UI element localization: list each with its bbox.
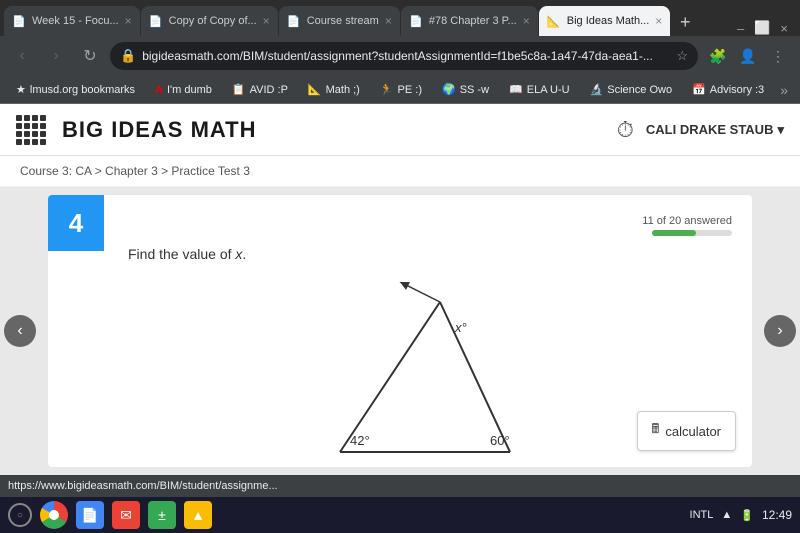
taskbar-drive-icon[interactable]: ▲ [184, 501, 212, 529]
tab-close-bigideas[interactable]: × [655, 14, 662, 28]
star-icon[interactable]: ☆ [676, 48, 688, 64]
address-bar-row: ‹ › ↻ 🔒 bigideasmath.com/BIM/student/ass… [0, 36, 800, 76]
progress-area: 11 of 20 answered [128, 215, 732, 236]
tab-icon-chapter: 📄 [409, 14, 423, 28]
question-text: Find the value of x. [128, 246, 732, 262]
tab-bar: 📄 Week 15 - Focu... × 📄 Copy of Copy of.… [0, 0, 800, 36]
progress-bar-bg [652, 230, 732, 236]
toolbar-icons: 🧩 👤 ⋮ [704, 42, 792, 70]
progress-label: 11 of 20 answered [642, 215, 732, 227]
tab-title-course: Course stream [307, 15, 379, 27]
page-content: BIG IDEAS MATH ⏱ CALI DRAKE STAUB ▾ Cour… [0, 104, 800, 475]
address-icons: ☆ [676, 48, 688, 64]
status-bar: https://www.bigideasmath.com/BIM/student… [0, 475, 800, 497]
bookmark-pe-label: PE :) [398, 84, 422, 96]
taskbar-mic-icon: ○ [8, 503, 32, 527]
tab-close-chapter[interactable]: × [523, 14, 530, 28]
triangle-svg: x° 42° 60° [310, 282, 550, 467]
taskbar-calc-icon[interactable]: ± [148, 501, 176, 529]
wifi-icon: ▲ [721, 509, 732, 521]
status-url: https://www.bigideasmath.com/BIM/student… [8, 480, 792, 492]
tab-icon-course: 📄 [287, 14, 301, 28]
tab-chapter[interactable]: 📄 #78 Chapter 3 P... × [401, 6, 538, 36]
tab-title-week15: Week 15 - Focu... [32, 15, 119, 27]
bookmark-advisory-label: Advisory :3 [710, 84, 764, 96]
timer-icon: ⏱ [617, 117, 634, 143]
battery-icon: 🔋 [740, 509, 754, 522]
tab-icon-week15: 📄 [12, 14, 26, 28]
user-dropdown-icon: ▾ [777, 122, 784, 138]
profile-button[interactable]: 👤 [734, 42, 762, 70]
prev-button[interactable]: ‹ [0, 187, 40, 475]
tab-bigideas[interactable]: 📐 Big Ideas Math... × [539, 6, 671, 36]
bim-title: BIG IDEAS MATH [62, 117, 256, 143]
svg-text:42°: 42° [350, 433, 370, 448]
bookmark-math[interactable]: 📐 Math ;) [300, 81, 368, 98]
content-panel: 4 11 of 20 answered Find the value of x. [48, 195, 752, 467]
taskbar-gmail-icon[interactable]: ✉ [112, 501, 140, 529]
calculator-button[interactable]: 🖩 calculator [637, 411, 736, 451]
bookmark-math-label: Math ;) [326, 84, 360, 96]
tab-title-copy: Copy of Copy of... [169, 15, 257, 27]
bookmarks-bar: ★ lmusd.org bookmarks A I'm dumb 📋 AVID … [0, 76, 800, 104]
bookmark-ela-label: ELA U-U [527, 84, 570, 96]
tab-close-course[interactable]: × [385, 14, 392, 28]
bookmark-imdumb-label: I'm dumb [167, 84, 212, 96]
calculator-label: calculator [665, 424, 721, 439]
bookmark-ela[interactable]: 📖 ELA U-U [501, 81, 578, 98]
tab-close-copy[interactable]: × [263, 14, 270, 28]
bookmark-science-label: Science Owo [607, 84, 672, 96]
address-text: bigideasmath.com/BIM/student/assignment?… [142, 49, 670, 63]
more-button[interactable]: ⋮ [764, 42, 792, 70]
taskbar-chrome-icon[interactable] [40, 501, 68, 529]
svg-text:60°: 60° [490, 433, 510, 448]
tab-title-chapter: #78 Chapter 3 P... [429, 15, 517, 27]
bookmark-avid[interactable]: 📋 AVID :P [224, 81, 296, 98]
tab-copy[interactable]: 📄 Copy of Copy of... × [141, 6, 278, 36]
address-bar[interactable]: 🔒 bigideasmath.com/BIM/student/assignmen… [110, 42, 698, 70]
forward-button[interactable]: › [42, 42, 70, 70]
bookmark-advisory[interactable]: 📅 Advisory :3 [684, 81, 772, 98]
question-number: 4 [48, 195, 104, 251]
window-controls: – ⬜ × [729, 20, 796, 36]
bookmarks-more-button[interactable]: » [776, 82, 792, 98]
extensions-button[interactable]: 🧩 [704, 42, 732, 70]
bookmark-lmusd-label: lmusd.org bookmarks [30, 84, 135, 96]
tab-week15[interactable]: 📄 Week 15 - Focu... × [4, 6, 140, 36]
svg-text:x°: x° [454, 320, 467, 335]
tab-icon-copy: 📄 [149, 14, 163, 28]
taskbar: ○ 📄 ✉ ± ▲ INTL ▲ 🔋 12:49 [0, 497, 800, 533]
taskbar-right: INTL ▲ 🔋 12:49 [690, 508, 792, 522]
bookmark-lmusd[interactable]: ★ lmusd.org bookmarks [8, 81, 143, 98]
tab-course[interactable]: 📄 Course stream × [279, 6, 400, 36]
taskbar-time: 12:49 [762, 508, 792, 522]
bim-header: BIG IDEAS MATH ⏱ CALI DRAKE STAUB ▾ [0, 104, 800, 156]
taskbar-docs-icon[interactable]: 📄 [76, 501, 104, 529]
reload-button[interactable]: ↻ [76, 42, 104, 70]
taskbar-intl: INTL [690, 509, 714, 521]
tab-icon-bigideas: 📐 [547, 14, 561, 28]
tab-close-week15[interactable]: × [125, 14, 132, 28]
main-content: ‹ 4 11 of 20 answered Find the value of … [0, 187, 800, 475]
bookmark-ss[interactable]: 🌍 SS -w [434, 81, 497, 98]
bim-logo-grid [16, 115, 46, 145]
bookmark-ss-label: SS -w [460, 84, 489, 96]
user-name[interactable]: CALI DRAKE STAUB ▾ [646, 122, 784, 138]
calculator-icon: 🖩 [652, 420, 660, 442]
prev-arrow-icon: ‹ [4, 315, 36, 347]
new-tab-button[interactable]: + [671, 8, 699, 36]
back-button[interactable]: ‹ [8, 42, 36, 70]
secure-icon: 🔒 [120, 48, 136, 64]
next-arrow-icon: › [764, 315, 796, 347]
bookmark-imdumb[interactable]: A I'm dumb [147, 82, 220, 98]
progress-bar-fill [652, 230, 696, 236]
bookmark-avid-label: AVID :P [250, 84, 288, 96]
bim-header-right: ⏱ CALI DRAKE STAUB ▾ [617, 117, 784, 143]
bookmark-pe[interactable]: 🏃 PE :) [372, 81, 430, 98]
breadcrumb: Course 3: CA > Chapter 3 > Practice Test… [0, 156, 800, 187]
tab-title-bigideas: Big Ideas Math... [567, 15, 650, 27]
next-button[interactable]: › [760, 187, 800, 475]
bookmark-science[interactable]: 🔬 Science Owo [582, 81, 681, 98]
